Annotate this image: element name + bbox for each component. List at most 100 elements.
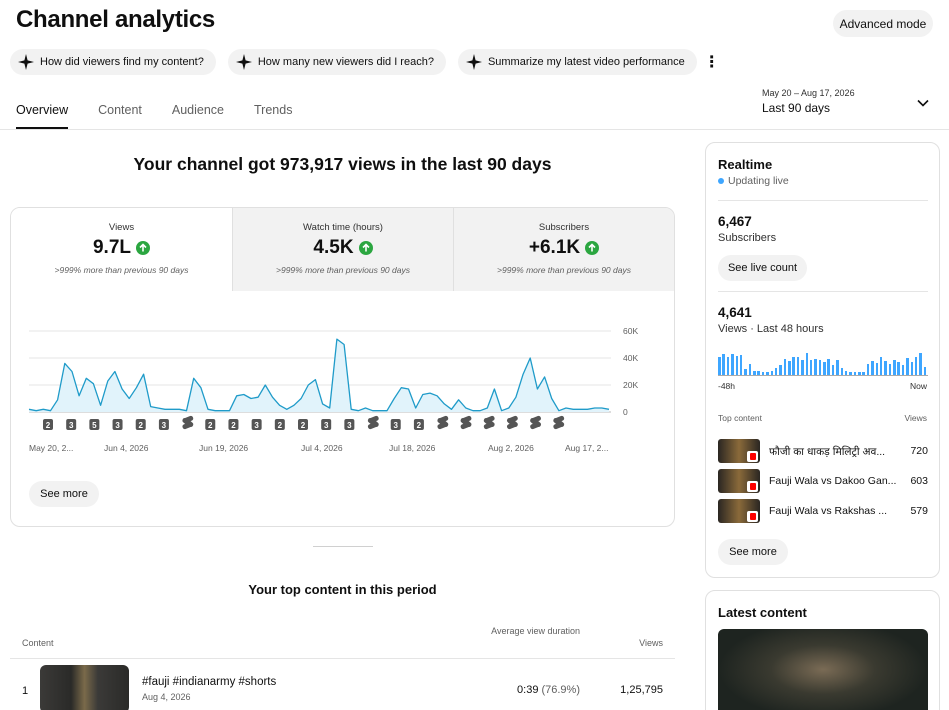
tab-bar: Overview Content Audience Trends: [16, 96, 322, 129]
realtime-title: Realtime: [718, 157, 773, 172]
list-item[interactable]: Fauji Wala vs Dakoo Gan... 603: [718, 469, 928, 495]
realtime-bar-chart: [718, 351, 928, 375]
realtime-bar: [788, 361, 791, 375]
row-rank: 1: [22, 685, 29, 697]
tab-overview[interactable]: Overview: [16, 96, 69, 129]
see-live-count-button[interactable]: See live count: [718, 255, 807, 281]
shorts-marker-icon: [506, 415, 518, 430]
realtime-bar: [809, 360, 813, 375]
realtime-bar: [893, 360, 896, 375]
shorts-marker-icon: [367, 415, 379, 430]
video-date: Aug 4, 2026: [142, 692, 191, 702]
col-content: Content: [22, 638, 54, 648]
arrow-up-icon: [136, 241, 151, 255]
x-tick-label: Aug 2, 2026: [488, 443, 534, 453]
metric-note: >999% more than previous 90 days: [497, 265, 631, 275]
chip-label: How many new viewers did I reach?: [257, 56, 434, 68]
x-tick-label: Aug 17, 2...: [565, 443, 608, 453]
latest-video-thumbnail[interactable]: [718, 629, 928, 710]
metric-value: +6.1K: [528, 237, 581, 258]
sparkle-icon: [18, 54, 34, 70]
upload-marker-count: 3: [394, 421, 399, 430]
views-column-label: Views: [904, 413, 927, 423]
advanced-mode-button[interactable]: Advanced mode: [833, 10, 933, 37]
upload-marker-count: 2: [417, 421, 422, 430]
chip-new-viewers[interactable]: How many new viewers did I reach?: [227, 49, 446, 75]
shorts-icon: [747, 511, 758, 522]
table-row[interactable]: 1 #fauji #indianarmy #shorts Aug 4, 2026…: [10, 665, 675, 710]
avd-value: 0:39: [517, 684, 539, 696]
latest-content-card: Latest content: [705, 590, 940, 710]
tab-content[interactable]: Content: [98, 96, 142, 129]
upload-marker-count: 5: [92, 421, 97, 430]
views-headline: Your channel got 973,917 views in the la…: [133, 154, 552, 174]
realtime-bar: [779, 365, 782, 375]
shorts-marker-icon: [460, 415, 472, 430]
shorts-marker-icon: [437, 415, 449, 430]
realtime-bar: [831, 365, 835, 375]
list-item[interactable]: फौजी का धाकड़ मिलिट्री अव... 720: [718, 439, 928, 465]
metric-label: Subscribers: [538, 222, 590, 233]
x-tick-label: Jun 19, 2026: [199, 443, 248, 453]
realtime-bar: [726, 357, 730, 375]
realtime-bar: [836, 360, 839, 375]
x-tick-label: Jul 4, 2026: [301, 443, 343, 453]
divider: [718, 200, 928, 201]
realtime-card: Realtime Updating live 6,467 Subscribers…: [705, 142, 940, 578]
metric-note: >999% more than previous 90 days: [276, 265, 410, 275]
realtime-status: Updating live: [718, 175, 789, 187]
realtime-bar: [866, 364, 870, 375]
col-views[interactable]: Views: [639, 638, 663, 648]
upload-marker-count: 3: [69, 421, 74, 430]
chip-summarize[interactable]: Summarize my latest video performance: [457, 49, 697, 75]
realtime-subscribers: 6,467: [718, 214, 752, 229]
metric-subscribers[interactable]: Subscribers +6.1K >999% more than previo…: [453, 208, 674, 291]
list-item[interactable]: Fauji Wala vs Rakshas ... 579: [718, 499, 928, 525]
latest-content-title: Latest content: [718, 605, 807, 620]
realtime-bar: [910, 362, 913, 375]
axis-end-label: Now: [909, 381, 927, 391]
video-views: 1,25,795: [620, 684, 663, 696]
shorts-marker-icon: [530, 415, 541, 430]
realtime-bar: [739, 355, 743, 375]
tab-trends[interactable]: Trends: [254, 96, 292, 129]
realtime-status-text: Updating live: [728, 175, 789, 187]
date-range-select[interactable]: May 20 – Aug 17, 2026 Last 90 days: [762, 88, 934, 120]
video-views: 720: [910, 445, 928, 457]
realtime-views-label: Views · Last 48 hours: [718, 323, 824, 335]
metric-tabs: Views 9.7L >999% more than previous 90 d…: [11, 208, 674, 291]
arrow-up-icon: [358, 241, 373, 255]
video-thumbnail[interactable]: [40, 665, 129, 710]
col-avd[interactable]: Average view duration: [490, 624, 580, 638]
realtime-bar: [722, 354, 725, 375]
realtime-bar: [731, 354, 734, 375]
see-more-button[interactable]: See more: [29, 481, 99, 507]
realtime-bar: [871, 361, 874, 375]
bar-chart-baseline: [718, 375, 928, 376]
realtime-bar: [818, 360, 822, 375]
date-range-dates: May 20 – Aug 17, 2026: [762, 88, 855, 98]
sparkle-icon: [235, 54, 252, 70]
more-vert-icon[interactable]: ⋮: [704, 49, 720, 75]
page-title: Channel analytics: [16, 6, 215, 33]
metric-views[interactable]: Views 9.7L >999% more than previous 90 d…: [11, 208, 232, 291]
realtime-bar: [923, 367, 927, 375]
realtime-bar: [805, 353, 808, 375]
chip-how-found[interactable]: How did viewers find my content?: [10, 49, 216, 75]
realtime-bar: [774, 368, 778, 375]
tabs-divider: [0, 129, 949, 130]
video-title[interactable]: #fauji #indianarmy #shorts: [142, 676, 276, 688]
metric-watch-time[interactable]: Watch time (hours) 4.5K >999% more than …: [232, 208, 453, 291]
views-chart: 60K 40K 20K 0 2 3 5 3 2 3 2 2 3 2 2 3 3 3 2 May 20, 2... Jun…: [28, 326, 638, 453]
tab-audience[interactable]: Audience: [172, 96, 224, 129]
metric-label: Views: [108, 222, 135, 233]
realtime-bar: [792, 357, 795, 375]
top-content-label: Top content: [718, 413, 762, 423]
realtime-bar: [735, 356, 738, 375]
realtime-bar: [827, 359, 830, 375]
upload-marker-count: 3: [254, 421, 259, 430]
realtime-see-more-button[interactable]: See more: [718, 539, 788, 565]
x-tick-label: Jul 18, 2026: [389, 443, 436, 453]
chip-label: Summarize my latest video performance: [487, 56, 685, 68]
metric-note: >999% more than previous 90 days: [54, 265, 189, 275]
